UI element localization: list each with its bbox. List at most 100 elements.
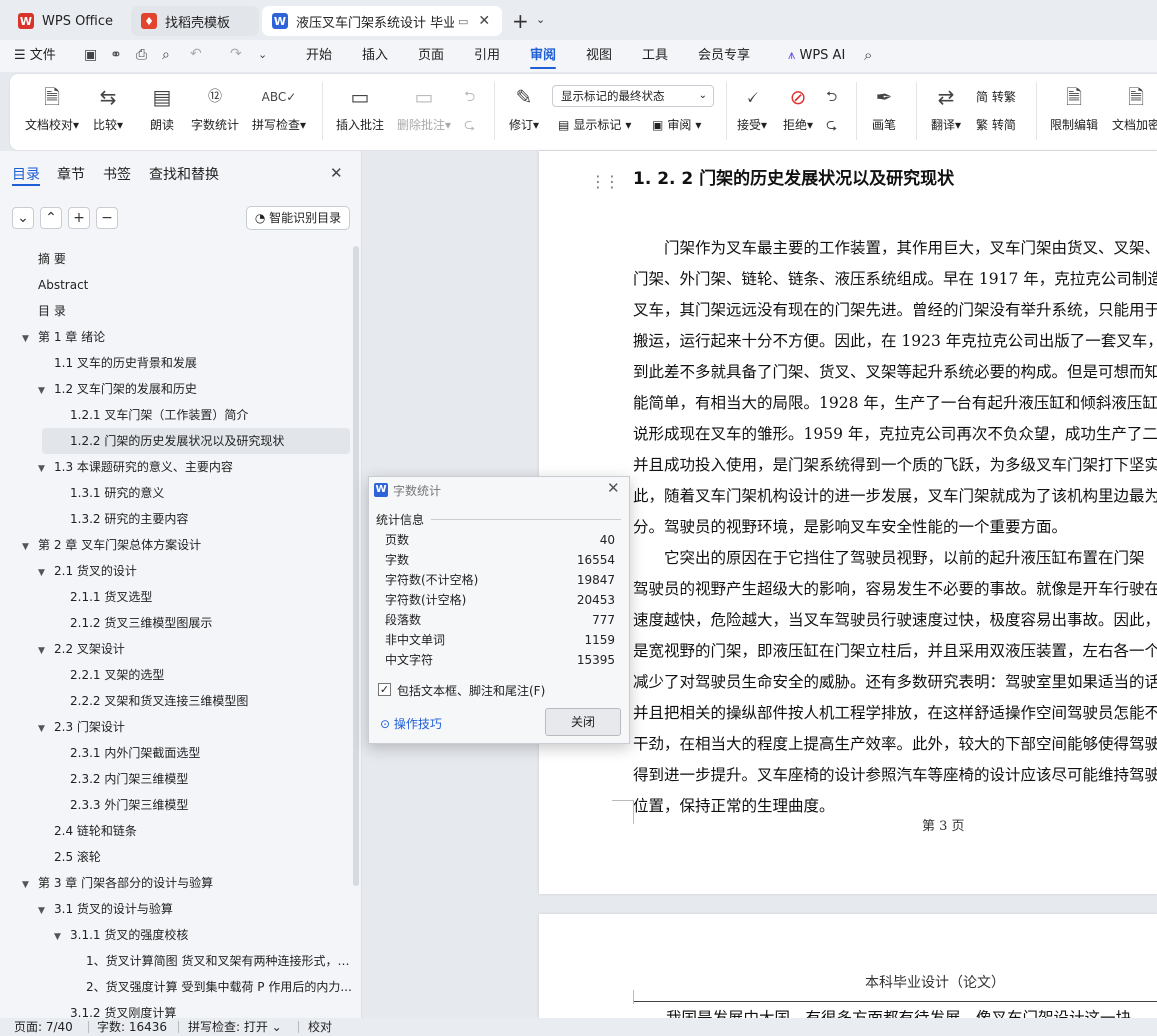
next-change-icon[interactable]: ⮎ (826, 114, 837, 138)
tab-toc[interactable]: 目录 (12, 164, 40, 184)
drag-handle-icon[interactable]: ⋮⋮ (590, 172, 620, 191)
close-pane-icon[interactable]: ✕ (330, 164, 343, 182)
restrict-edit-button[interactable]: 🗎 限制编辑 (1044, 84, 1104, 133)
include-textbox-checkbox[interactable]: ✓ (378, 683, 391, 696)
toc-item[interactable]: Abstract (0, 272, 352, 298)
to-traditional-button[interactable]: 简 转繁 (976, 88, 1016, 105)
pen-button[interactable]: ✒ 画笔 (862, 84, 906, 133)
toc-item[interactable]: ▼ 2.2 叉架设计 (0, 636, 352, 662)
expand-arrow-icon[interactable]: ▼ (22, 872, 34, 896)
toc-item[interactable]: ▼ 3.1 货叉的设计与验算 (0, 896, 352, 922)
to-simplified-button[interactable]: 繁 转简 (976, 116, 1016, 133)
file-menu[interactable]: ☰ 文件 (14, 40, 56, 72)
expand-arrow-icon[interactable]: ▼ (54, 924, 66, 948)
translate-button[interactable]: ⇄ 翻译▾ (920, 84, 972, 133)
tab-find-replace[interactable]: 查找和替换 (149, 164, 219, 184)
doc-check-button[interactable]: 🗎 文档校对▾ (22, 84, 82, 133)
tab-wps-office[interactable]: W WPS Office (8, 6, 122, 36)
reject-button[interactable]: ⊘ 拒绝▾ (776, 84, 820, 133)
close-tab-icon[interactable]: ✕ (478, 13, 490, 29)
markup-state-select[interactable]: 显示标记的最终状态 ⌄ (552, 85, 714, 107)
toc-item[interactable]: 目 录 (0, 298, 352, 324)
toc-item[interactable]: ▼ 第 3 章 门架各部分的设计与验算 (0, 870, 352, 896)
expand-arrow-icon[interactable]: ▼ (38, 378, 50, 402)
monitor-icon[interactable]: ▭ (458, 15, 468, 28)
more-chevron-icon[interactable]: ⌄ (258, 48, 267, 61)
toc-item[interactable]: 摘 要 (0, 246, 352, 272)
track-changes-button[interactable]: ✎ 修订▾ (500, 84, 548, 133)
toc-item[interactable]: 2.1.1 货叉选型 (0, 584, 352, 610)
menu-view[interactable]: 视图 (586, 40, 612, 72)
toc-item[interactable]: 1.2.1 叉车门架（工作装置）简介 (0, 402, 352, 428)
review-pane-button[interactable]: ▣ 审阅 ▾ (652, 116, 701, 133)
accept-button[interactable]: 🗸 接受▾ (730, 84, 774, 133)
toc-item[interactable]: 2.1.2 货叉三维模型图展示 (0, 610, 352, 636)
new-tab-icon[interactable]: + (512, 9, 529, 33)
add-heading-icon[interactable]: + (68, 207, 90, 229)
toc-item[interactable]: 1.3.1 研究的意义 (0, 480, 352, 506)
tab-document[interactable]: W 液压叉车门架系统设计 毕业论 ▭ ✕ (262, 6, 502, 36)
remove-heading-icon[interactable]: − (96, 207, 118, 229)
menu-page[interactable]: 页面 (418, 40, 444, 72)
print-icon[interactable]: ⎙ (136, 47, 147, 63)
expand-arrow-icon[interactable]: ▼ (38, 456, 50, 480)
menu-references[interactable]: 引用 (474, 40, 500, 72)
toc-item[interactable]: 2.5 滚轮 (0, 844, 352, 870)
prev-comment-icon[interactable]: ⮌ (464, 86, 475, 110)
toc-item[interactable]: 1.2.2 门架的历史发展状况以及研究现状 (42, 428, 350, 454)
menu-review[interactable]: 审阅 (530, 40, 557, 72)
spell-check-indicator[interactable]: 拼写检查: 打开 ⌄ (188, 1018, 282, 1036)
toc-item[interactable]: 2、货叉强度计算 受到集中载荷 P 作用后的内力... (0, 974, 352, 1000)
toc-item[interactable]: ▼ 1.3 本课题研究的意义、主要内容 (0, 454, 352, 480)
chevron-down-icon[interactable]: ⌄ (536, 13, 545, 26)
toc-item[interactable]: ▼ 1.2 叉车门架的发展和历史 (0, 376, 352, 402)
toc-item[interactable]: ▼ 3.1.1 货叉的强度校核 (0, 922, 352, 948)
search-icon[interactable]: ⌕ (864, 46, 872, 64)
menu-home[interactable]: 开始 (306, 40, 332, 72)
menu-insert[interactable]: 插入 (362, 40, 388, 72)
toc-item[interactable]: ▼ 2.3 门架设计 (0, 714, 352, 740)
toc-item[interactable]: ▼ 第 2 章 叉车门架总体方案设计 (0, 532, 352, 558)
link-icon[interactable]: ⚭ (110, 47, 122, 63)
menu-vip[interactable]: 会员专享 (698, 40, 750, 72)
toc-item[interactable]: 2.3.2 内门架三维模型 (0, 766, 352, 792)
close-dialog-icon[interactable]: ✕ (607, 479, 620, 497)
menu-tools[interactable]: 工具 (642, 40, 668, 72)
word-count-button[interactable]: ⑫ 字数统计 (186, 84, 244, 133)
word-count-indicator[interactable]: 字数: 16436 (97, 1018, 167, 1036)
show-markup-button[interactable]: ▤ 显示标记 ▾ (558, 116, 631, 133)
read-aloud-button[interactable]: ▤ 朗读 (138, 84, 186, 133)
proofread-indicator[interactable]: 校对 (308, 1018, 332, 1036)
tips-link[interactable]: ⊙ 操作技巧 (380, 715, 442, 732)
expand-up-icon[interactable]: ⌃ (40, 207, 62, 229)
expand-arrow-icon[interactable]: ▼ (22, 326, 34, 350)
encrypt-button[interactable]: 🗎 文档加密 (1106, 84, 1157, 133)
toc-item[interactable]: 3.1.2 货叉刚度计算 (0, 1000, 352, 1018)
tab-bookmarks[interactable]: 书签 (103, 164, 131, 184)
compare-button[interactable]: ⇆ 比较▾ (86, 84, 130, 133)
spell-check-button[interactable]: ABC✓ 拼写检查▾ (248, 84, 310, 133)
expand-arrow-icon[interactable]: ▼ (22, 534, 34, 558)
print-preview-icon[interactable]: ⌕ (162, 47, 170, 63)
tab-chapters[interactable]: 章节 (57, 164, 85, 184)
redo-icon[interactable]: ↷ (230, 46, 242, 62)
save-icon[interactable]: ▣ (84, 47, 97, 63)
undo-icon[interactable]: ↶ (190, 46, 202, 62)
toc-item[interactable]: ▼ 第 1 章 绪论 (0, 324, 352, 350)
close-button[interactable]: 关闭 (545, 708, 621, 736)
scrollbar-thumb[interactable] (353, 246, 359, 886)
page-indicator[interactable]: 页面: 7/40 (14, 1018, 73, 1036)
toc-item[interactable]: 2.3.1 内外门架截面选型 (0, 740, 352, 766)
toc-item[interactable]: 2.3.3 外门架三维模型 (0, 792, 352, 818)
expand-arrow-icon[interactable]: ▼ (38, 716, 50, 740)
prev-change-icon[interactable]: ⮌ (826, 86, 837, 110)
toc-item[interactable]: ▼ 2.1 货叉的设计 (0, 558, 352, 584)
expand-arrow-icon[interactable]: ▼ (38, 638, 50, 662)
expand-arrow-icon[interactable]: ▼ (38, 560, 50, 584)
toc-item[interactable]: 2.4 链轮和链条 (0, 818, 352, 844)
expand-arrow-icon[interactable]: ▼ (38, 898, 50, 922)
toc-item[interactable]: 1.3.2 研究的主要内容 (0, 506, 352, 532)
wps-ai-button[interactable]: ⩚ WPS AI (788, 40, 845, 72)
next-comment-icon[interactable]: ⮎ (464, 114, 475, 138)
smart-toc-button[interactable]: ◔ 智能识别目录 (246, 206, 350, 230)
